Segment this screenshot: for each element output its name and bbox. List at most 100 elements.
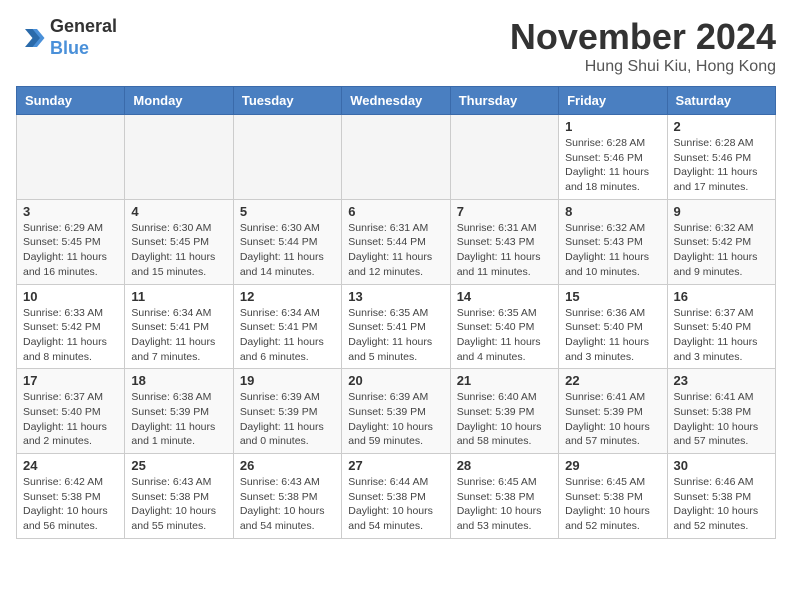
calendar-cell xyxy=(450,115,558,200)
calendar-cell: 27 Sunrise: 6:44 AM Sunset: 5:38 PM Dayli… xyxy=(342,454,450,539)
day-info: Sunrise: 6:44 AM Sunset: 5:38 PM Dayligh… xyxy=(348,475,443,534)
day-number: 26 xyxy=(240,458,335,473)
calendar-cell: 24Sunrise: 6:42 AM Sunset: 5:38 PM Dayli… xyxy=(17,454,125,539)
logo-general: General xyxy=(50,16,117,38)
day-number: 22 xyxy=(565,373,660,388)
day-info: Sunrise: 6:39 AM Sunset: 5:39 PM Dayligh… xyxy=(348,390,443,449)
calendar-table: SundayMondayTuesdayWednesdayThursdayFrid… xyxy=(16,86,776,539)
calendar-cell: 10 Sunrise: 6:33 AM Sunset: 5:42 PM Dayli… xyxy=(17,284,125,369)
calendar-cell: 7Sunrise: 6:31 AM Sunset: 5:43 PM Daylig… xyxy=(450,199,558,284)
calendar-cell: 6 Sunrise: 6:31 AM Sunset: 5:44 PM Daylig… xyxy=(342,199,450,284)
calendar-cell: 15Sunrise: 6:36 AM Sunset: 5:40 PM Dayli… xyxy=(559,284,667,369)
weekday-header: Thursday xyxy=(450,87,558,115)
logo-icon xyxy=(16,23,46,53)
calendar-cell xyxy=(342,115,450,200)
location-title: Hung Shui Kiu, Hong Kong xyxy=(510,58,776,76)
calendar-cell: 17 Sunrise: 6:37 AM Sunset: 5:40 PM Dayli… xyxy=(17,369,125,454)
calendar-cell: 13Sunrise: 6:35 AM Sunset: 5:41 PM Dayli… xyxy=(342,284,450,369)
weekday-header: Tuesday xyxy=(233,87,341,115)
day-number: 1 xyxy=(565,119,660,134)
weekday-header: Saturday xyxy=(667,87,775,115)
calendar-week-row: 10 Sunrise: 6:33 AM Sunset: 5:42 PM Dayli… xyxy=(17,284,776,369)
calendar-cell: 20Sunrise: 6:39 AM Sunset: 5:39 PM Dayli… xyxy=(342,369,450,454)
day-info: Sunrise: 6:42 AM Sunset: 5:38 PM Dayligh… xyxy=(23,475,118,534)
day-number: 10 xyxy=(23,289,118,304)
calendar-cell xyxy=(233,115,341,200)
day-number: 18 xyxy=(131,373,226,388)
logo-blue: Blue xyxy=(50,38,117,60)
day-number: 2 xyxy=(674,119,769,134)
calendar-cell xyxy=(125,115,233,200)
weekday-header: Monday xyxy=(125,87,233,115)
calendar-cell: 1 Sunrise: 6:28 AM Sunset: 5:46 PM Daylig… xyxy=(559,115,667,200)
day-info: Sunrise: 6:38 AM Sunset: 5:39 PM Dayligh… xyxy=(131,390,226,449)
calendar-week-row: 24Sunrise: 6:42 AM Sunset: 5:38 PM Dayli… xyxy=(17,454,776,539)
day-number: 4 xyxy=(131,204,226,219)
day-number: 17 xyxy=(23,373,118,388)
calendar-cell: 21 Sunrise: 6:40 AM Sunset: 5:39 PM Dayli… xyxy=(450,369,558,454)
day-number: 12 xyxy=(240,289,335,304)
day-number: 3 xyxy=(23,204,118,219)
day-number: 15 xyxy=(565,289,660,304)
day-info: Sunrise: 6:39 AM Sunset: 5:39 PM Dayligh… xyxy=(240,390,335,449)
weekday-header: Wednesday xyxy=(342,87,450,115)
day-info: Sunrise: 6:34 AM Sunset: 5:41 PM Dayligh… xyxy=(240,306,335,365)
day-number: 6 xyxy=(348,204,443,219)
day-number: 23 xyxy=(674,373,769,388)
day-info: Sunrise: 6:40 AM Sunset: 5:39 PM Dayligh… xyxy=(457,390,552,449)
logo: General Blue xyxy=(16,16,117,59)
day-info: Sunrise: 6:41 AM Sunset: 5:39 PM Dayligh… xyxy=(565,390,660,449)
calendar-cell: 30 Sunrise: 6:46 AM Sunset: 5:38 PM Dayli… xyxy=(667,454,775,539)
day-number: 21 xyxy=(457,373,552,388)
calendar-cell: 4 Sunrise: 6:30 AM Sunset: 5:45 PM Daylig… xyxy=(125,199,233,284)
weekday-header: Friday xyxy=(559,87,667,115)
day-number: 30 xyxy=(674,458,769,473)
day-info: Sunrise: 6:45 AM Sunset: 5:38 PM Dayligh… xyxy=(565,475,660,534)
day-info: Sunrise: 6:32 AM Sunset: 5:43 PM Dayligh… xyxy=(565,221,660,280)
calendar-cell: 14 Sunrise: 6:35 AM Sunset: 5:40 PM Dayli… xyxy=(450,284,558,369)
calendar-cell: 16 Sunrise: 6:37 AM Sunset: 5:40 PM Dayli… xyxy=(667,284,775,369)
logo-text: General Blue xyxy=(50,16,117,59)
calendar-week-row: 3 Sunrise: 6:29 AM Sunset: 5:45 PM Daylig… xyxy=(17,199,776,284)
day-info: Sunrise: 6:30 AM Sunset: 5:44 PM Dayligh… xyxy=(240,221,335,280)
day-info: Sunrise: 6:29 AM Sunset: 5:45 PM Dayligh… xyxy=(23,221,118,280)
calendar-cell xyxy=(17,115,125,200)
calendar-cell: 22 Sunrise: 6:41 AM Sunset: 5:39 PM Dayli… xyxy=(559,369,667,454)
calendar-cell: 12 Sunrise: 6:34 AM Sunset: 5:41 PM Dayli… xyxy=(233,284,341,369)
day-number: 8 xyxy=(565,204,660,219)
day-number: 25 xyxy=(131,458,226,473)
day-number: 28 xyxy=(457,458,552,473)
title-block: November 2024 Hung Shui Kiu, Hong Kong xyxy=(510,16,776,76)
day-number: 14 xyxy=(457,289,552,304)
day-info: Sunrise: 6:31 AM Sunset: 5:44 PM Dayligh… xyxy=(348,221,443,280)
day-number: 16 xyxy=(674,289,769,304)
day-number: 27 xyxy=(348,458,443,473)
day-info: Sunrise: 6:37 AM Sunset: 5:40 PM Dayligh… xyxy=(674,306,769,365)
day-number: 29 xyxy=(565,458,660,473)
calendar-cell: 11 Sunrise: 6:34 AM Sunset: 5:41 PM Dayli… xyxy=(125,284,233,369)
day-info: Sunrise: 6:43 AM Sunset: 5:38 PM Dayligh… xyxy=(131,475,226,534)
calendar-cell: 9 Sunrise: 6:32 AM Sunset: 5:42 PM Daylig… xyxy=(667,199,775,284)
day-info: Sunrise: 6:37 AM Sunset: 5:40 PM Dayligh… xyxy=(23,390,118,449)
calendar-cell: 19Sunrise: 6:39 AM Sunset: 5:39 PM Dayli… xyxy=(233,369,341,454)
day-info: Sunrise: 6:28 AM Sunset: 5:46 PM Dayligh… xyxy=(674,136,769,195)
weekday-header: Sunday xyxy=(17,87,125,115)
day-number: 9 xyxy=(674,204,769,219)
day-info: Sunrise: 6:46 AM Sunset: 5:38 PM Dayligh… xyxy=(674,475,769,534)
calendar-cell: 26Sunrise: 6:43 AM Sunset: 5:38 PM Dayli… xyxy=(233,454,341,539)
day-info: Sunrise: 6:33 AM Sunset: 5:42 PM Dayligh… xyxy=(23,306,118,365)
day-number: 5 xyxy=(240,204,335,219)
day-number: 13 xyxy=(348,289,443,304)
day-info: Sunrise: 6:34 AM Sunset: 5:41 PM Dayligh… xyxy=(131,306,226,365)
day-info: Sunrise: 6:30 AM Sunset: 5:45 PM Dayligh… xyxy=(131,221,226,280)
day-number: 11 xyxy=(131,289,226,304)
calendar-cell: 8 Sunrise: 6:32 AM Sunset: 5:43 PM Daylig… xyxy=(559,199,667,284)
month-title: November 2024 xyxy=(510,16,776,58)
day-info: Sunrise: 6:35 AM Sunset: 5:40 PM Dayligh… xyxy=(457,306,552,365)
day-info: Sunrise: 6:32 AM Sunset: 5:42 PM Dayligh… xyxy=(674,221,769,280)
calendar-week-row: 17 Sunrise: 6:37 AM Sunset: 5:40 PM Dayli… xyxy=(17,369,776,454)
calendar-cell: 2 Sunrise: 6:28 AM Sunset: 5:46 PM Daylig… xyxy=(667,115,775,200)
calendar-cell: 3 Sunrise: 6:29 AM Sunset: 5:45 PM Daylig… xyxy=(17,199,125,284)
calendar-cell: 25 Sunrise: 6:43 AM Sunset: 5:38 PM Dayli… xyxy=(125,454,233,539)
day-info: Sunrise: 6:28 AM Sunset: 5:46 PM Dayligh… xyxy=(565,136,660,195)
